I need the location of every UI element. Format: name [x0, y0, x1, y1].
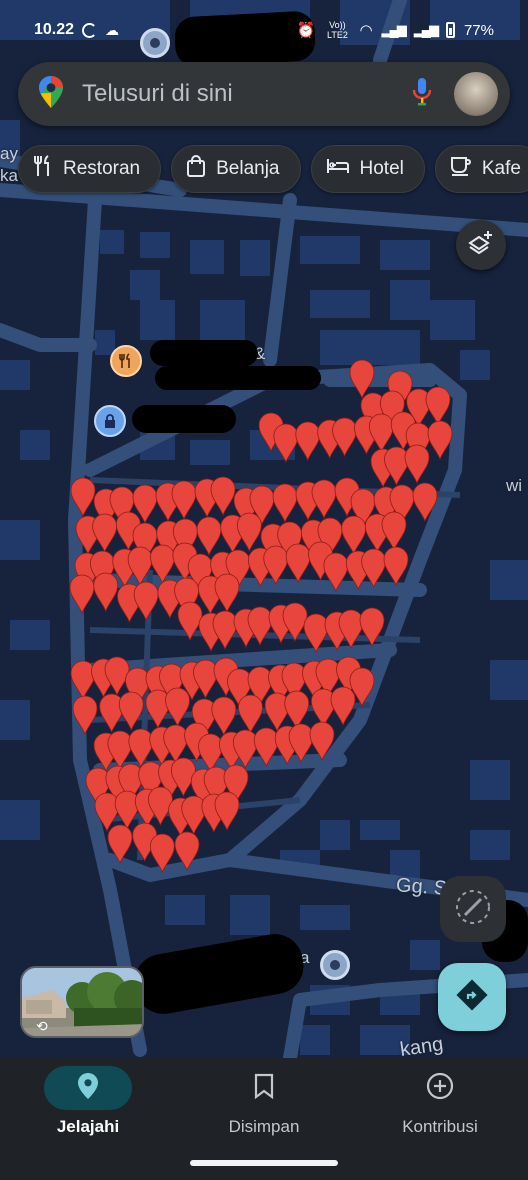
loading-icon	[82, 22, 98, 38]
battery-level: 77%	[463, 21, 494, 39]
wifi-icon: ◠	[359, 22, 373, 39]
map-label-left-2: ka	[0, 166, 18, 185]
bottom-navigation: Jelajahi Disimpan Kontribusi	[0, 1058, 528, 1148]
rotate-360-icon: ⟲	[36, 1018, 48, 1034]
fork-knife-icon	[33, 155, 53, 183]
status-time: 10.22	[34, 21, 75, 38]
microphone-icon[interactable]	[412, 77, 432, 112]
add-circle-icon	[425, 1071, 455, 1106]
directions-button[interactable]	[438, 963, 506, 1031]
network-label: Vo)) LTE2	[327, 20, 348, 40]
status-bar: 10.22 ☁ ⏰ Vo)) LTE2 ◠ ▂▄▆ ▂▄▆ 77%	[0, 0, 528, 60]
chip-label: Belanja	[216, 158, 280, 179]
chip-belanja[interactable]: Belanja	[171, 145, 301, 193]
restaurant-poi-icon[interactable]	[110, 345, 142, 377]
redaction-mark	[132, 405, 236, 433]
avatar[interactable]	[454, 72, 498, 116]
street-view-thumbnail[interactable]: ⟲	[20, 966, 144, 1038]
map-label-left-1: ay	[0, 144, 18, 163]
tab-kontribusi[interactable]: Kontribusi	[352, 1058, 528, 1148]
search-input[interactable]: Telusuri di sini	[82, 80, 412, 108]
coffee-cup-icon	[450, 156, 472, 182]
bookmark-icon	[253, 1073, 275, 1104]
system-navigation-bar	[0, 1148, 528, 1180]
alarm-icon: ⏰	[296, 22, 316, 39]
shopping-bag-icon	[186, 155, 206, 183]
chip-kafe[interactable]: Kafe	[434, 145, 528, 193]
tab-label: Jelajahi	[56, 1117, 120, 1136]
location-pin-icon	[77, 1072, 99, 1105]
chip-label: Restoran	[63, 158, 141, 179]
tab-label: Disimpan	[228, 1117, 300, 1136]
bed-icon	[326, 157, 350, 181]
chip-label: Hotel	[359, 158, 404, 179]
compass-icon	[453, 887, 493, 932]
tab-label: Kontribusi	[402, 1117, 478, 1136]
home-indicator[interactable]	[190, 1160, 338, 1166]
tab-jelajahi[interactable]: Jelajahi	[0, 1058, 176, 1148]
battery-icon	[445, 22, 455, 38]
signal-icon-2: ▂▄▆	[413, 22, 439, 37]
cloud-icon: ☁	[105, 21, 120, 38]
map-label-right: wi	[506, 476, 523, 495]
google-maps-pin-icon	[38, 75, 64, 114]
redaction-mark	[155, 366, 321, 390]
layers-icon	[467, 229, 495, 262]
signal-icon: ▂▄▆	[381, 22, 407, 37]
layers-button[interactable]	[456, 220, 506, 270]
place-marker-icon-bottom[interactable]	[320, 950, 350, 980]
directions-icon	[456, 978, 488, 1016]
tab-disimpan[interactable]: Disimpan	[176, 1058, 352, 1148]
redaction-mark	[150, 340, 258, 366]
chip-restoran[interactable]: Restoran	[18, 145, 162, 193]
category-chips: Restoran Belanja Hotel Kafe	[18, 145, 528, 193]
chip-label: Kafe	[481, 158, 521, 179]
lock-poi-icon[interactable]	[94, 405, 126, 437]
chip-hotel[interactable]: Hotel	[310, 145, 425, 193]
compass-button[interactable]	[440, 876, 506, 942]
search-bar[interactable]: Telusuri di sini	[18, 62, 510, 126]
